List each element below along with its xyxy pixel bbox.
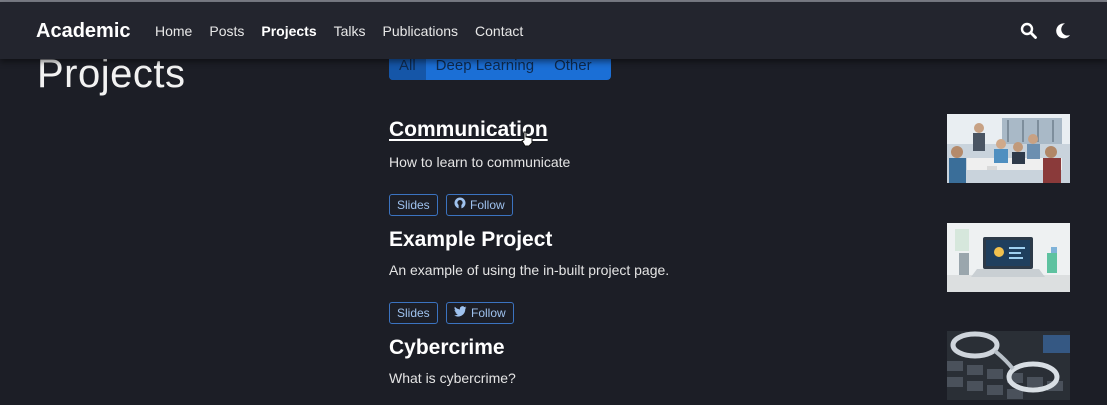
nav-icons bbox=[1020, 22, 1071, 44]
project-summary: How to learn to communicate bbox=[389, 154, 571, 170]
filter-other-button[interactable]: Other bbox=[544, 56, 602, 80]
filter-deep-learning-button[interactable]: Deep Learning bbox=[426, 56, 544, 80]
moon-icon[interactable] bbox=[1055, 22, 1071, 44]
project-title-link[interactable]: Example Project bbox=[389, 228, 929, 252]
nav-link-posts[interactable]: Posts bbox=[209, 23, 244, 39]
project-summary: What is cybercrime? bbox=[389, 370, 516, 386]
slides-button-label: Slides bbox=[397, 306, 430, 320]
twitter-icon bbox=[454, 303, 467, 323]
follow-button-label: Follow bbox=[470, 198, 505, 212]
project-item: Example Project An example of using the … bbox=[389, 228, 929, 328]
project-summary: An example of using the in-built project… bbox=[389, 262, 670, 278]
slides-button[interactable]: Slides bbox=[389, 302, 438, 324]
project-thumbnail-example-project[interactable] bbox=[947, 223, 1070, 292]
nav-links: Home Posts Projects Talks Publications C… bbox=[155, 23, 523, 39]
follow-button[interactable]: Follow bbox=[446, 302, 514, 324]
mouse-cursor bbox=[521, 131, 533, 152]
project-item: Cybercrime What is cybercrime? bbox=[389, 336, 929, 396]
project-filter-group: All Deep Learning Other bbox=[389, 56, 611, 80]
nav-link-publications[interactable]: Publications bbox=[383, 23, 459, 39]
follow-button-label: Follow bbox=[471, 306, 506, 320]
site-brand[interactable]: Academic bbox=[36, 20, 131, 43]
project-title-link[interactable]: Communication bbox=[389, 118, 929, 142]
nav-link-talks[interactable]: Talks bbox=[334, 23, 366, 39]
slides-button-label: Slides bbox=[397, 198, 430, 212]
filter-all-button[interactable]: All bbox=[389, 56, 426, 80]
nav-link-home[interactable]: Home bbox=[155, 23, 192, 39]
follow-button[interactable]: Follow bbox=[446, 194, 513, 216]
slides-button[interactable]: Slides bbox=[389, 194, 438, 216]
nav-link-projects[interactable]: Projects bbox=[261, 23, 316, 39]
nav-link-contact[interactable]: Contact bbox=[475, 23, 523, 39]
project-thumbnail-cybercrime[interactable] bbox=[947, 331, 1070, 400]
project-thumbnail-communication[interactable] bbox=[947, 114, 1070, 183]
github-icon bbox=[454, 195, 466, 215]
navbar: Academic Home Posts Projects Talks Publi… bbox=[0, 2, 1107, 59]
project-item: Communication How to learn to communicat… bbox=[389, 118, 929, 218]
search-icon[interactable] bbox=[1020, 22, 1037, 44]
project-title-link[interactable]: Cybercrime bbox=[389, 336, 929, 360]
